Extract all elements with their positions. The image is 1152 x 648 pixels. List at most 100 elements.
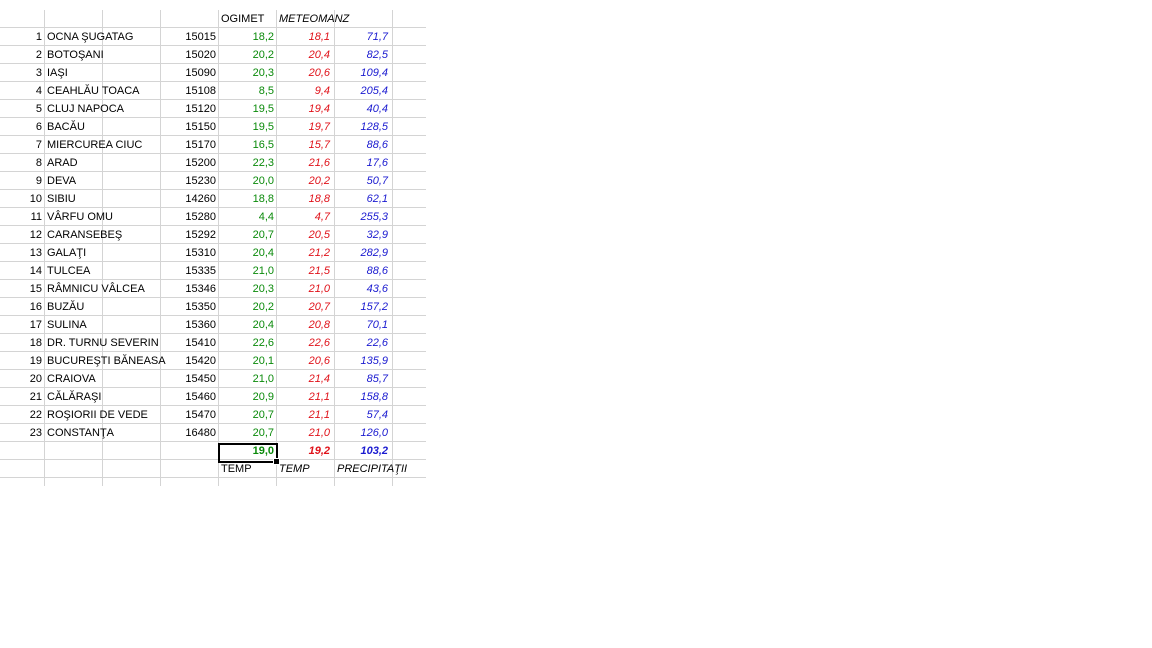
precip-value[interactable]: 71,7 xyxy=(335,28,388,46)
meteomanz-temp[interactable]: 21,4 xyxy=(277,370,330,388)
station-name[interactable]: CLUJ NAPOCA xyxy=(47,100,160,118)
precip-value[interactable]: 22,6 xyxy=(335,334,388,352)
ogimet-temp[interactable]: 22,6 xyxy=(219,334,274,352)
meteomanz-temp[interactable]: 21,0 xyxy=(277,280,330,298)
row-number[interactable]: 16 xyxy=(0,298,42,316)
row-number[interactable]: 12 xyxy=(0,226,42,244)
row-number[interactable]: 18 xyxy=(0,334,42,352)
station-name[interactable]: ROŞIORII DE VEDE xyxy=(47,406,160,424)
meteomanz-temp[interactable]: 20,7 xyxy=(277,298,330,316)
station-code[interactable]: 15150 xyxy=(160,118,216,136)
precip-value[interactable]: 17,6 xyxy=(335,154,388,172)
station-name[interactable]: DEVA xyxy=(47,172,160,190)
station-name[interactable]: SULINA xyxy=(47,316,160,334)
station-name[interactable]: OCNA ŞUGATAG xyxy=(47,28,160,46)
row-number[interactable]: 2 xyxy=(0,46,42,64)
meteomanz-header[interactable]: METEOMANZ xyxy=(279,10,349,28)
precip-average[interactable]: 103,2 xyxy=(335,442,388,460)
ogimet-temp[interactable]: 20,4 xyxy=(219,244,274,262)
station-code[interactable]: 15346 xyxy=(160,280,216,298)
station-code[interactable]: 15360 xyxy=(160,316,216,334)
ogimet-temp[interactable]: 18,2 xyxy=(219,28,274,46)
station-code[interactable]: 15335 xyxy=(160,262,216,280)
ogimet-temp[interactable]: 19,5 xyxy=(219,118,274,136)
row-number[interactable]: 9 xyxy=(0,172,42,190)
meteomanz-temp[interactable]: 20,2 xyxy=(277,172,330,190)
precip-value[interactable]: 255,3 xyxy=(335,208,388,226)
station-code[interactable]: 15450 xyxy=(160,370,216,388)
row-number[interactable]: 7 xyxy=(0,136,42,154)
precip-value[interactable]: 62,1 xyxy=(335,190,388,208)
station-name[interactable]: CONSTANŢA xyxy=(47,424,160,442)
precip-value[interactable]: 88,6 xyxy=(335,262,388,280)
station-code[interactable]: 15108 xyxy=(160,82,216,100)
precip-label[interactable]: PRECIPITAŢII xyxy=(337,460,426,478)
station-code[interactable]: 15090 xyxy=(160,64,216,82)
precip-value[interactable]: 57,4 xyxy=(335,406,388,424)
precip-value[interactable]: 88,6 xyxy=(335,136,388,154)
precip-value[interactable]: 282,9 xyxy=(335,244,388,262)
station-code[interactable]: 15280 xyxy=(160,208,216,226)
precip-value[interactable]: 32,9 xyxy=(335,226,388,244)
ogimet-temp[interactable]: 18,8 xyxy=(219,190,274,208)
station-name[interactable]: SIBIU xyxy=(47,190,160,208)
station-name[interactable]: GALAŢI xyxy=(47,244,160,262)
meteomanz-temp[interactable]: 20,5 xyxy=(277,226,330,244)
meteomanz-temp[interactable]: 21,1 xyxy=(277,388,330,406)
row-number[interactable]: 15 xyxy=(0,280,42,298)
station-name[interactable]: VÂRFU OMU xyxy=(47,208,160,226)
row-number[interactable]: 8 xyxy=(0,154,42,172)
station-name[interactable]: CARANSEBEŞ xyxy=(47,226,160,244)
row-number[interactable]: 10 xyxy=(0,190,42,208)
station-name[interactable]: CRAIOVA xyxy=(47,370,160,388)
ogimet-temp[interactable]: 20,7 xyxy=(219,406,274,424)
ogimet-temp[interactable]: 20,1 xyxy=(219,352,274,370)
ogimet-temp[interactable]: 8,5 xyxy=(219,82,274,100)
station-code[interactable]: 15020 xyxy=(160,46,216,64)
meteomanz-temp[interactable]: 20,6 xyxy=(277,352,330,370)
meteomanz-temp[interactable]: 21,6 xyxy=(277,154,330,172)
station-code[interactable]: 15460 xyxy=(160,388,216,406)
ogimet-temp[interactable]: 4,4 xyxy=(219,208,274,226)
precip-value[interactable]: 50,7 xyxy=(335,172,388,190)
ogimet-temp[interactable]: 16,5 xyxy=(219,136,274,154)
ogimet-temp[interactable]: 20,3 xyxy=(219,280,274,298)
meteomanz-temp[interactable]: 20,4 xyxy=(277,46,330,64)
station-code[interactable]: 14260 xyxy=(160,190,216,208)
meteomanz-temp[interactable]: 21,0 xyxy=(277,424,330,442)
station-code[interactable]: 15120 xyxy=(160,100,216,118)
ogimet-temp[interactable]: 20,0 xyxy=(219,172,274,190)
precip-value[interactable]: 109,4 xyxy=(335,64,388,82)
meteomanz-temp[interactable]: 22,6 xyxy=(277,334,330,352)
station-code[interactable]: 15420 xyxy=(160,352,216,370)
meteomanz-temp[interactable]: 19,4 xyxy=(277,100,330,118)
row-number[interactable]: 11 xyxy=(0,208,42,226)
ogimet-temp[interactable]: 20,2 xyxy=(219,298,274,316)
station-name[interactable]: CĂLĂRAŞI xyxy=(47,388,160,406)
ogimet-temp[interactable]: 20,9 xyxy=(219,388,274,406)
meteomanz-temp[interactable]: 18,8 xyxy=(277,190,330,208)
station-name[interactable]: ARAD xyxy=(47,154,160,172)
ogimet-temp[interactable]: 22,3 xyxy=(219,154,274,172)
row-number[interactable]: 19 xyxy=(0,352,42,370)
row-number[interactable]: 20 xyxy=(0,370,42,388)
meteomanz-temp[interactable]: 9,4 xyxy=(277,82,330,100)
station-code[interactable]: 15350 xyxy=(160,298,216,316)
precip-value[interactable]: 70,1 xyxy=(335,316,388,334)
row-number[interactable]: 21 xyxy=(0,388,42,406)
meteomanz-temp[interactable]: 21,2 xyxy=(277,244,330,262)
station-code[interactable]: 15470 xyxy=(160,406,216,424)
precip-value[interactable]: 40,4 xyxy=(335,100,388,118)
station-name[interactable]: BOTOŞANI xyxy=(47,46,160,64)
row-number[interactable]: 4 xyxy=(0,82,42,100)
station-name[interactable]: DR. TURNU SEVERIN xyxy=(47,334,160,352)
station-name[interactable]: IAŞI xyxy=(47,64,160,82)
ogimet-temp[interactable]: 20,7 xyxy=(219,424,274,442)
station-name[interactable]: BUCUREŞTI BĂNEASA xyxy=(47,352,166,370)
ogimet-temp[interactable]: 20,3 xyxy=(219,64,274,82)
row-number[interactable]: 17 xyxy=(0,316,42,334)
active-cell-selection[interactable] xyxy=(218,443,278,463)
fill-handle[interactable] xyxy=(273,458,280,465)
row-number[interactable]: 3 xyxy=(0,64,42,82)
station-name[interactable]: RÂMNICU VÂLCEA xyxy=(47,280,160,298)
